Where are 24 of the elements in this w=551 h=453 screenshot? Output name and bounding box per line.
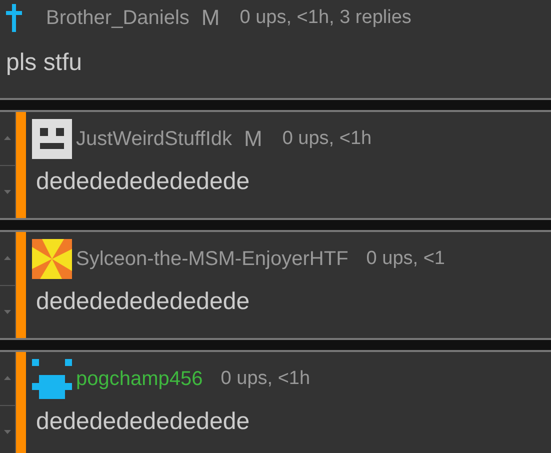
username[interactable]: JustWeirdStuffIdk — [76, 128, 232, 150]
username[interactable]: Sylceon-the-MSM-EnjoyerHTF — [76, 248, 348, 270]
downvote-icon[interactable] — [4, 190, 11, 194]
avatar-icon — [32, 239, 72, 279]
comment-text: dededededededede — [35, 168, 251, 196]
username[interactable]: Brother_Daniels — [46, 6, 190, 30]
downvote-icon[interactable] — [4, 430, 11, 434]
comment-text: dededededededede — [35, 408, 251, 436]
upvote-icon[interactable] — [4, 376, 11, 380]
cross-icon — [6, 4, 22, 32]
username[interactable]: pogchamp456 — [76, 368, 203, 390]
upvote-icon[interactable] — [4, 256, 11, 260]
avatar-icon — [32, 119, 72, 159]
comment-meta: 0 ups, <1h — [282, 128, 372, 150]
downvote-icon[interactable] — [4, 310, 11, 314]
mod-label: M — [201, 5, 220, 31]
comment-text: dededededededede — [35, 288, 251, 316]
comment-text: pls stfu — [6, 49, 84, 77]
avatar-icon — [32, 359, 72, 399]
comment-meta: 0 ups, <1h, 3 replies — [240, 7, 412, 29]
comment-meta: 0 ups, <1 — [366, 248, 445, 270]
comment-meta: 0 ups, <1h — [220, 368, 310, 390]
mod-label: M — [244, 126, 262, 152]
upvote-icon[interactable] — [4, 136, 11, 140]
